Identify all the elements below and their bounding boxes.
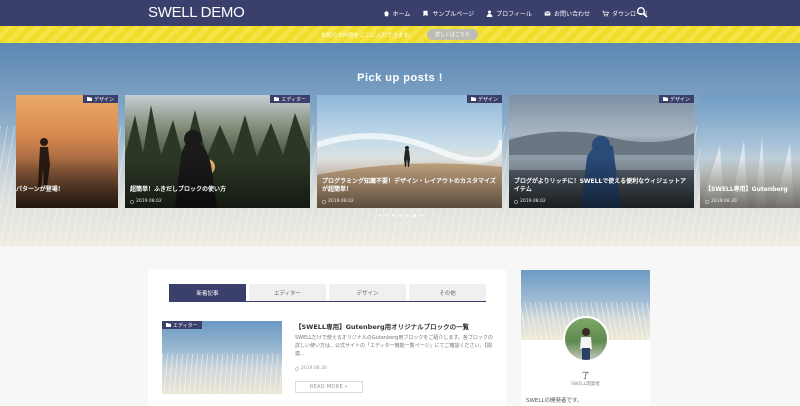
- read-more-button[interactable]: READ MORE »: [295, 381, 363, 393]
- nav-item-profile[interactable]: プロフィール: [486, 9, 532, 18]
- card-overlay: [16, 158, 118, 208]
- category-tag: デザイン: [658, 95, 694, 103]
- post-thumbnail[interactable]: [162, 321, 282, 394]
- post-excerpt: SWELLだけで使えるオリジナルのGutenberg用ブロックをご紹介します。各…: [295, 335, 493, 357]
- tab-design[interactable]: デザイン: [329, 284, 406, 301]
- tab-editor[interactable]: エディター: [249, 284, 326, 301]
- mail-icon: [544, 10, 551, 16]
- tab-other[interactable]: その他: [409, 284, 486, 301]
- thumbnail-grass: [162, 354, 282, 394]
- main-content: 新着記事 エディター デザイン その他 エディター 【SWELL専用】Guten…: [148, 270, 506, 406]
- pickup-card[interactable]: 【SWELL専用】Gutenberg 2019.08.30: [700, 95, 800, 208]
- category-tag: エディター: [270, 95, 310, 103]
- slider-dot[interactable]: [412, 214, 416, 217]
- nav-item-label: サンプルページ: [432, 10, 475, 18]
- folder-icon: [274, 97, 280, 101]
- pickup-card[interactable]: デザイン パターンが登場！: [16, 95, 118, 208]
- card-title: 超簡単！ふきだしブロックの使い方: [130, 186, 227, 193]
- category-label: デザイン: [669, 96, 690, 103]
- nav-item-sample-page[interactable]: サンプルページ: [422, 9, 474, 18]
- folder-icon: [86, 97, 92, 101]
- nav-item-label: プロフィール: [496, 10, 532, 18]
- profile-description: SWELLの開発者です。: [526, 398, 583, 404]
- date-text: 2019.08.02: [328, 199, 354, 204]
- clock-icon: [295, 366, 299, 371]
- bookmark-icon: [423, 10, 428, 16]
- card-title: プログラミング知識不要！デザイン・レイアウトのカスタマイズが超簡単！: [322, 178, 496, 193]
- category-label: デザイン: [93, 96, 114, 103]
- pickup-card[interactable]: デザイン ブログがよりリッチに！SWELLで使える便利なウィジェットアイテム 2…: [509, 95, 694, 208]
- date-text: 2019.08.02: [136, 199, 162, 204]
- category-label: デザイン: [477, 96, 498, 103]
- profile-widget: 了 SWELL開発者 SWELLの開発者です。: [521, 270, 650, 406]
- category-tag: エディター: [162, 321, 202, 329]
- pickup-section: Pick up posts ! デザイン パターンが登場！ エディター 超簡単！…: [0, 43, 800, 246]
- pickup-card[interactable]: エディター 超簡単！ふきだしブロックの使い方 2019.08.02: [125, 95, 310, 208]
- clock-icon: [130, 199, 134, 204]
- slider-dot[interactable]: [405, 214, 409, 217]
- slider-pagination: [0, 214, 800, 217]
- card-date: 2019.08.02: [514, 199, 546, 204]
- category-tag: デザイン: [466, 95, 502, 103]
- nav-item-label: お問い合わせ: [553, 10, 590, 18]
- user-icon: [486, 10, 493, 17]
- slider-dot[interactable]: [391, 214, 395, 217]
- date-text: 2019.08.30: [301, 366, 327, 371]
- folder-icon: [470, 97, 476, 101]
- category-tag: デザイン: [82, 95, 118, 103]
- card-date: 2019.08.02: [322, 199, 354, 204]
- pickup-card[interactable]: デザイン プログラミング知識不要！デザイン・レイアウトのカスタマイズが超簡単！ …: [317, 95, 502, 208]
- card-date: 2019.08.02: [130, 199, 162, 204]
- global-nav: ホーム サンプルページ プロフィール お問い合わせ ダウンロード: [383, 0, 648, 26]
- folder-icon: [166, 323, 171, 327]
- pickup-heading: Pick up posts !: [357, 72, 443, 84]
- nav-item-contact[interactable]: お問い合わせ: [544, 9, 590, 18]
- slider-dot[interactable]: [398, 214, 402, 217]
- card-title: ブログがよりリッチに！SWELLで使える便利なウィジェットアイテム: [514, 178, 687, 193]
- cart-icon: [602, 10, 609, 16]
- notice-button[interactable]: 詳しくはこちら: [427, 29, 478, 40]
- profile-role: SWELL開発者: [571, 382, 600, 387]
- search-icon[interactable]: [636, 6, 648, 18]
- nav-item-home[interactable]: ホーム: [383, 9, 411, 18]
- post-date: 2019.08.30: [295, 366, 327, 371]
- card-title: 【SWELL専用】Gutenberg: [705, 186, 788, 193]
- avatar: [563, 316, 609, 362]
- category-label: エディター: [281, 96, 306, 103]
- slider-dot[interactable]: [419, 214, 423, 217]
- home-icon: [383, 10, 389, 16]
- profile-name: 了: [581, 371, 590, 380]
- nav-item-label: ホーム: [392, 10, 411, 18]
- slider-dot[interactable]: [377, 214, 381, 217]
- date-text: 2019.08.30: [711, 199, 737, 204]
- card-date: 2019.08.30: [705, 199, 737, 204]
- clock-icon: [514, 199, 518, 204]
- tab-new-posts[interactable]: 新着記事: [169, 284, 246, 301]
- post-tabs: 新着記事 エディター デザイン その他: [169, 284, 486, 301]
- avatar-photo: [580, 328, 592, 360]
- site-logo[interactable]: SWELL DEMO: [148, 4, 245, 21]
- clock-icon: [705, 199, 709, 204]
- notice-text: お知らせ内容をここに入力できます。: [321, 33, 414, 39]
- card-title: パターンが登場！: [16, 186, 64, 193]
- site-header: SWELL DEMO ホーム サンプルページ プロフィール お問い合わせ ダウン…: [0, 0, 800, 26]
- date-text: 2019.08.02: [520, 199, 546, 204]
- category-label: エディター: [173, 322, 198, 329]
- tab-underline: [169, 301, 486, 302]
- post-title[interactable]: 【SWELL専用】Gutenberg用オリジナルブロックの一覧: [295, 321, 469, 331]
- folder-icon: [662, 97, 668, 101]
- slider-dot[interactable]: [384, 214, 388, 217]
- notice-bar: お知らせ内容をここに入力できます。 詳しくはこちら: [0, 26, 800, 43]
- clock-icon: [322, 199, 326, 204]
